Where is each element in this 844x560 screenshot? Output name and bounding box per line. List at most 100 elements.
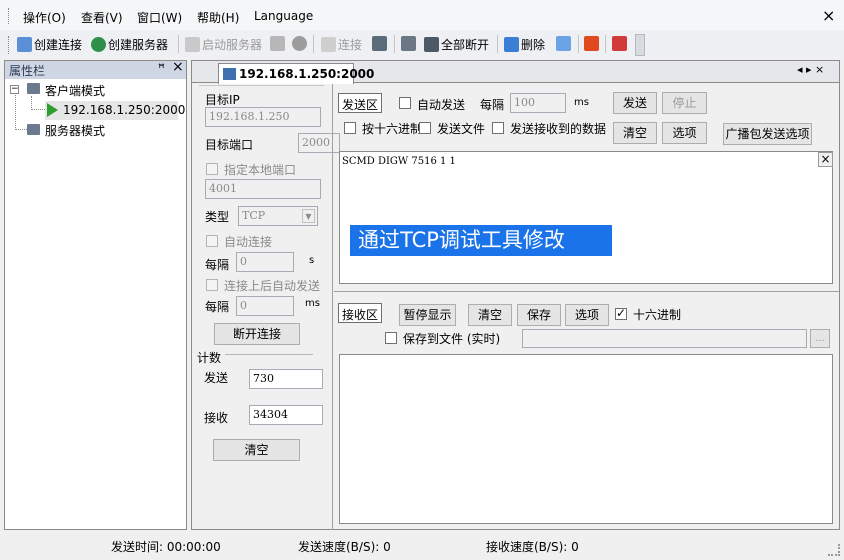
local-port-checkbox[interactable] (206, 163, 218, 175)
target-ip-field[interactable]: 192.168.1.250 (205, 107, 321, 127)
interval2-field[interactable]: 0 (236, 296, 294, 316)
tab-strip: 192.168.1.250:2000 ◂ ▸ × (192, 61, 839, 84)
create-connection-button[interactable]: 创建连接 (17, 36, 82, 53)
type-select[interactable]: TCP ▼ (238, 206, 318, 226)
settings-button[interactable] (612, 36, 627, 51)
send-count-field[interactable]: 730 (249, 369, 323, 389)
property-panel-title: 属性栏 (9, 64, 46, 78)
pause-display-button[interactable]: 暂停显示 (399, 304, 456, 326)
send-speed-status: 发送速度(B/S): 0 (298, 540, 391, 554)
start-server-icon (185, 37, 200, 52)
recv-count-field[interactable]: 34304 (249, 405, 323, 425)
play-icon (47, 103, 58, 117)
tree-client-item[interactable]: 192.168.1.250:2000 (45, 101, 185, 120)
target-ip-label: 目标IP (205, 93, 240, 107)
hex-display-label: 十六进制 (633, 308, 682, 322)
menu-operate[interactable]: 操作(O) (23, 9, 66, 26)
send-options-button[interactable]: 选项 (662, 122, 707, 144)
disconnect-all-button[interactable]: 全部断开 (424, 36, 489, 53)
recv-count-label: 接收 (204, 411, 229, 425)
delete-label: 删除 (521, 38, 546, 52)
hex-send-label: 按十六进制 (362, 122, 423, 136)
local-port-field[interactable]: 4001 (205, 179, 321, 199)
hex-send-checkbox[interactable] (344, 122, 356, 134)
app-close-icon[interactable]: × (822, 6, 835, 25)
menu-window[interactable]: 窗口(W) (137, 9, 182, 26)
disconnect-all-icon (424, 37, 439, 52)
recv-clear-button[interactable]: 清空 (468, 304, 512, 326)
target-port-label: 目标端口 (205, 138, 254, 152)
divider (199, 85, 324, 86)
receive-textarea[interactable] (339, 354, 833, 524)
auto-connect-checkbox[interactable] (206, 235, 218, 247)
browse-button[interactable]: ... (810, 329, 830, 348)
auto-send-toggle-checkbox[interactable] (399, 97, 411, 109)
menu-bar: 操作(O) 查看(V) 窗口(W) 帮助(H) Language × (0, 0, 844, 30)
panel-close-icon[interactable]: × (172, 59, 184, 75)
send-textarea[interactable]: SCMD DIGW 7516 1 1 通过TCP调试工具修改 × (339, 151, 833, 284)
pin-icon[interactable]: ꟸ (158, 61, 165, 75)
connect-button[interactable]: 连接 (321, 36, 362, 53)
disconnect-all-label: 全部断开 (441, 38, 490, 52)
disconnect-icon (372, 36, 387, 51)
auto-send-label: 连接上后自动发送 (224, 279, 321, 293)
send-button[interactable]: 发送 (613, 92, 657, 114)
delete-all-button[interactable] (556, 36, 571, 51)
connection-panel: 192.168.1.250:2000 ◂ ▸ × 目标IP 192.168.1.… (191, 60, 840, 530)
tree-client-mode[interactable]: 客户端模式 (45, 82, 105, 99)
cancel-button[interactable] (292, 36, 307, 51)
tree-line (31, 96, 32, 110)
menu-help[interactable]: 帮助(H) (197, 9, 239, 26)
send-interval-label: 每隔 (480, 98, 505, 112)
auto-send-checkbox[interactable] (206, 279, 218, 291)
property-panel-header: 属性栏 ꟸ × (5, 59, 186, 79)
menu-view[interactable]: 查看(V) (81, 9, 123, 26)
broadcast-options-button[interactable]: 广播包发送选项 (723, 123, 812, 145)
tree-server-mode[interactable]: 服务器模式 (45, 122, 105, 139)
auto-connect-label: 自动连接 (224, 235, 273, 249)
tab-connection[interactable]: 192.168.1.250:2000 (218, 63, 374, 84)
tree-client-item-label: 192.168.1.250:2000 (63, 103, 186, 117)
send-received-checkbox[interactable] (492, 122, 504, 134)
counter-title: 计数 (197, 351, 222, 365)
disconnect-one-button[interactable] (401, 36, 416, 51)
stop-button[interactable]: 停止 (662, 92, 707, 114)
stop-server-button[interactable] (270, 36, 285, 51)
recv-options-button[interactable]: 选项 (565, 304, 609, 326)
menu-language[interactable]: Language (254, 9, 313, 23)
divider (334, 291, 839, 292)
delete-button[interactable]: 删除 (504, 36, 545, 53)
send-received-label: 发送接收到的数据 (510, 122, 607, 136)
save-file-path-field[interactable] (522, 329, 807, 348)
tab-nav-icons[interactable]: ◂ ▸ × (797, 63, 824, 76)
divider (332, 84, 333, 530)
disconnect-button[interactable] (372, 36, 387, 51)
power-button[interactable] (584, 36, 599, 51)
recv-save-button[interactable]: 保存 (517, 304, 561, 326)
toolbar-overflow-chevron-icon[interactable] (635, 34, 645, 56)
start-server-button[interactable]: 启动服务器 (185, 36, 262, 53)
stop-server-icon (270, 36, 285, 51)
disconnect-connection-button[interactable]: 断开连接 (214, 323, 300, 345)
toolbar-separator (497, 35, 498, 53)
hex-display-checkbox[interactable] (615, 306, 627, 320)
save-to-file-checkbox[interactable] (385, 332, 397, 344)
recv-area-label: 接收区 (338, 303, 383, 323)
send-file-checkbox[interactable] (419, 122, 431, 134)
send-clear-button[interactable]: 清空 (613, 122, 657, 144)
toolbar-separator (605, 35, 606, 53)
resize-grip-icon[interactable] (828, 544, 840, 556)
status-bar: 发送时间: 00:00:00 发送速度(B/S): 0 接收速度(B/S): 0 (0, 532, 844, 560)
send-interval-field[interactable]: 100 (510, 93, 566, 113)
clear-counter-button[interactable]: 清空 (213, 439, 300, 461)
connection-icon (223, 68, 236, 80)
delete-icon (504, 37, 519, 52)
create-server-button[interactable]: 创建服务器 (91, 36, 168, 53)
property-panel: 属性栏 ꟸ × − 客户端模式 192.168.1.250:2000 服务器模式 (4, 59, 187, 530)
toolbar-grip (8, 36, 10, 54)
collapse-icon[interactable]: − (10, 85, 19, 94)
target-port-field[interactable]: 2000 (298, 133, 340, 153)
interval-field[interactable]: 0 (236, 252, 294, 272)
tab-connection-label: 192.168.1.250:2000 (239, 67, 375, 81)
close-icon[interactable]: × (818, 152, 833, 167)
